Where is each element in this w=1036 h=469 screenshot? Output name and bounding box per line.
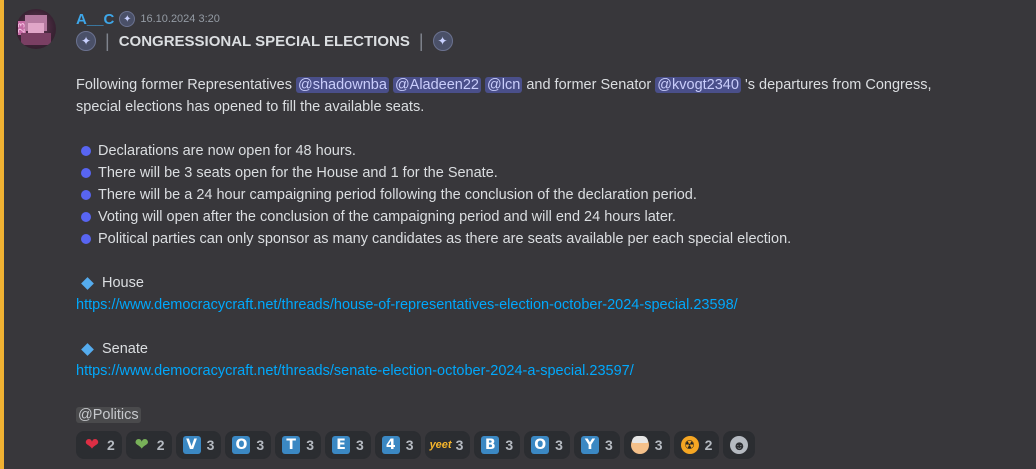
reaction-keycap-4[interactable]: 43 <box>374 431 421 459</box>
reaction-regional-t[interactable]: T3 <box>275 431 321 459</box>
message-header: A__C ✦ 16.10.2024 3:20 <box>76 9 220 29</box>
bullet-item: Political parties can only sponsor as ma… <box>76 228 1026 250</box>
house-heading: House <box>76 272 1026 294</box>
old-man-face-icon <box>630 436 649 454</box>
timestamp[interactable]: 16.10.2024 3:20 <box>140 13 220 25</box>
blue-diamond-icon <box>81 276 94 290</box>
username[interactable]: A__C <box>76 11 114 28</box>
blue-circle-icon <box>81 168 91 178</box>
regional-b-icon: B <box>481 436 500 454</box>
title-separator-left: | <box>105 30 110 51</box>
star-emoji-icon: ✦ <box>76 31 96 51</box>
reaction-count: 2 <box>156 437 165 453</box>
regional-y-icon: Y <box>580 436 599 454</box>
bullet-text: Declarations are now open for 48 hours. <box>98 143 356 159</box>
reaction-green-heart[interactable]: ❤ 2 <box>125 431 172 459</box>
reaction-regional-b[interactable]: B3 <box>474 431 521 459</box>
senate-heading: Senate <box>76 338 1026 360</box>
red-heart-icon: ❤ <box>84 435 100 454</box>
bullet-item: There will be a 24 hour campaigning peri… <box>76 184 1026 206</box>
green-heart-icon: ❤ <box>134 435 149 454</box>
reaction-radioactive[interactable]: ☢ 2 <box>673 431 720 459</box>
bullet-item: There will be 3 seats open for the House… <box>76 162 1026 184</box>
blue-circle-icon <box>81 146 91 156</box>
user-mention[interactable]: @kvogt2340 <box>655 77 741 93</box>
blue-circle-icon <box>81 234 91 244</box>
intro-line-1: Following former Representatives @shadow… <box>76 74 1026 96</box>
reaction-count: 3 <box>455 437 464 453</box>
reaction-regional-e[interactable]: E3 <box>324 431 371 459</box>
radioactive-icon: ☢ <box>680 436 699 454</box>
reaction-red-heart[interactable]: ❤ 2 <box>76 431 122 459</box>
reaction-count: 3 <box>405 437 414 453</box>
reaction-count: 3 <box>355 437 364 453</box>
bullet-item: Voting will open after the conclusion of… <box>76 206 1026 228</box>
reaction-old-man[interactable]: 3 <box>623 431 670 459</box>
role-mention[interactable]: @Politics <box>76 407 141 423</box>
reaction-count: 3 <box>654 437 663 453</box>
star-badge-icon[interactable]: ✦ <box>119 11 136 27</box>
reaction-yeet[interactable]: yeet 3 <box>424 431 471 459</box>
reaction-regional-o[interactable]: O3 <box>225 431 272 459</box>
regional-v-icon: V <box>182 436 201 454</box>
reaction-regional-v[interactable]: V3 <box>175 431 222 459</box>
intro-text: Following former Representatives <box>76 77 297 93</box>
message: 23 A__C ✦ 16.10.2024 3:20 ✦ | CONGRESSIO… <box>0 0 1036 469</box>
message-title: CONGRESSIONAL SPECIAL ELECTIONS <box>118 32 410 50</box>
intro-text: and former Senator <box>526 77 656 93</box>
senate-label: Senate <box>102 341 148 357</box>
reaction-regional-o[interactable]: O3 <box>524 431 570 459</box>
reaction-count: 3 <box>206 437 215 453</box>
star-emoji-icon: ✦ <box>432 31 453 51</box>
reactions-bar: ❤ 2 ❤ 2 V3 O3 T3 E3 43 yeet 3 B3 O3 Y3 3 ☢ 2… <box>76 431 756 459</box>
bullet-text: Voting will open after the conclusion of… <box>98 209 676 225</box>
avatar[interactable]: 23 <box>16 9 56 49</box>
user-mention[interactable]: @Aladeen22 <box>392 77 481 93</box>
house-election-link[interactable]: https://www.democracycraft.net/threads/h… <box>76 297 738 313</box>
smiley-icon: ☻ <box>730 436 749 454</box>
regional-t-icon: T <box>282 436 301 454</box>
reaction-count: 3 <box>555 437 563 453</box>
regional-o-icon: O <box>232 436 251 454</box>
avatar-text: 23 <box>17 22 28 34</box>
reaction-count: 2 <box>107 437 115 453</box>
bullet-text: There will be a 24 hour campaigning peri… <box>98 187 697 203</box>
user-mention[interactable]: @lcn <box>485 77 523 93</box>
message-content: Following former Representatives @shadow… <box>76 74 1026 426</box>
yeet-icon: yeet <box>429 439 452 451</box>
regional-o-icon: O <box>531 436 550 454</box>
senate-election-link[interactable]: https://www.democracycraft.net/threads/s… <box>76 363 634 379</box>
reaction-count: 3 <box>256 437 265 453</box>
title-line: ✦ | CONGRESSIONAL SPECIAL ELECTIONS | ✦ <box>76 30 453 52</box>
house-label: House <box>102 275 144 291</box>
bullet-text: Political parties can only sponsor as ma… <box>98 231 792 247</box>
regional-e-icon: E <box>331 436 350 454</box>
title-separator-right: | <box>418 30 424 51</box>
reaction-count: 3 <box>306 437 314 453</box>
blue-diamond-icon <box>81 342 94 356</box>
reaction-regional-y[interactable]: Y3 <box>573 431 620 459</box>
add-reaction-button[interactable]: ☻ <box>723 431 756 459</box>
intro-line-2: special elections has opened to fill the… <box>76 99 425 115</box>
reaction-count: 3 <box>604 437 613 453</box>
bullet-item: Declarations are now open for 48 hours. <box>76 140 1026 162</box>
bullet-text: There will be 3 seats open for the House… <box>98 165 498 181</box>
blue-circle-icon <box>81 190 91 200</box>
keycap-4-icon: 4 <box>381 436 400 454</box>
intro-text: 's departures from Congress, <box>740 77 932 93</box>
reaction-count: 2 <box>704 437 713 453</box>
user-mention[interactable]: @shadownba <box>296 77 389 93</box>
blue-circle-icon <box>81 212 91 222</box>
reaction-count: 3 <box>505 437 514 453</box>
